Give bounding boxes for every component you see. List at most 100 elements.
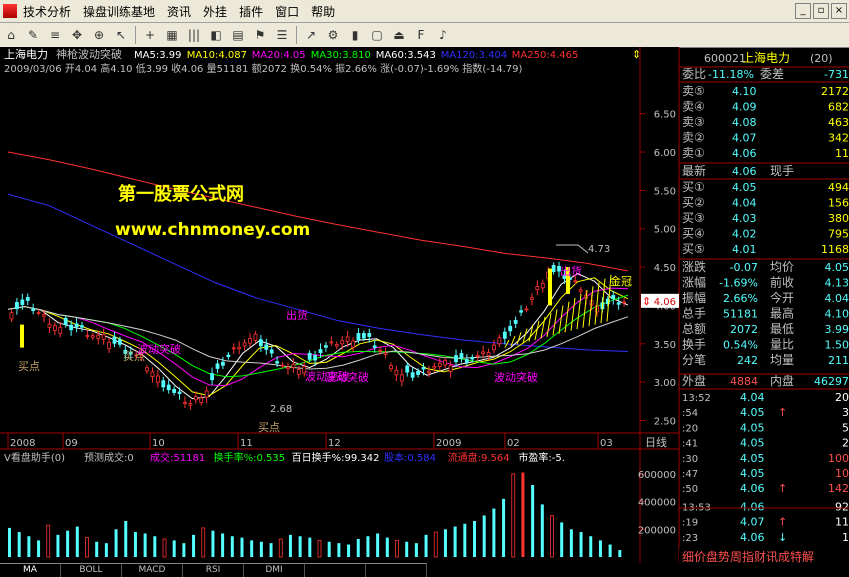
candle-body (113, 337, 116, 343)
menu-window[interactable]: 窗口 (275, 3, 299, 20)
tab-blank-5[interactable] (305, 563, 366, 577)
pan-icon[interactable]: ✥ (69, 27, 85, 43)
candle-body (194, 397, 197, 400)
tab-macd[interactable]: MACD (122, 563, 183, 577)
f10-icon[interactable]: F (413, 27, 429, 43)
menu-news[interactable]: 资讯 (167, 3, 191, 20)
volume-bar (376, 533, 379, 557)
volume-bar (56, 535, 59, 557)
volume-bar (202, 528, 205, 557)
buy-level-price: 4.04 (732, 197, 757, 210)
grid-icon[interactable]: ▦ (164, 27, 180, 43)
window-icon[interactable]: ▢ (369, 27, 385, 43)
candle-body (400, 375, 403, 381)
candle-icon[interactable]: ▮ (347, 27, 363, 43)
candle-body (411, 373, 414, 378)
candle-body (227, 355, 230, 357)
menu-plugins[interactable]: 插件 (239, 3, 263, 20)
gold-crown-label: 金冠 (610, 274, 632, 288)
stat-label: 涨跌 (682, 259, 706, 274)
menu-help[interactable]: 帮助 (311, 3, 335, 20)
date-axis-label: 03 (600, 438, 613, 449)
app-icon[interactable] (3, 4, 17, 18)
lines-icon[interactable]: ≡ (47, 27, 63, 43)
volume-bar (328, 542, 331, 557)
volume-bar (221, 533, 224, 557)
candle-body (70, 325, 73, 330)
weicha-value: -731 (824, 68, 849, 81)
buy-level-label: 买① (682, 180, 705, 194)
volume-bar (153, 536, 156, 557)
tab-boll[interactable]: BOLL (61, 563, 122, 577)
home-icon[interactable]: ⌂ (3, 27, 19, 43)
tick-volume: 20 (835, 391, 849, 404)
candle-body (427, 372, 430, 373)
tab-dmi[interactable]: DMI (244, 563, 305, 577)
arrow-icon[interactable]: ↖ (113, 27, 129, 43)
candle-body (108, 342, 111, 348)
sell-level-price: 4.07 (732, 132, 757, 145)
tick-volume: 2 (842, 437, 849, 450)
pencil-icon[interactable]: ✎ (25, 27, 41, 43)
zoom-icon[interactable]: ⊕ (91, 27, 107, 43)
candle-body (406, 366, 409, 372)
volume-bar (211, 531, 214, 557)
flag-icon[interactable]: ⚑ (252, 27, 268, 43)
menu-technical[interactable]: 技术分析 (23, 3, 71, 20)
date-axis-label: 11 (240, 438, 253, 449)
volume-bar (463, 524, 466, 557)
list-icon[interactable]: ☰ (274, 27, 290, 43)
price-axis-label: 2.50 (654, 416, 676, 427)
sound-icon[interactable]: ♪ (435, 27, 451, 43)
tick-arrow-icon: ↑ (778, 406, 787, 419)
price-axis-label: 4.50 (654, 263, 676, 274)
toggle-icon: ⇕ (632, 48, 641, 61)
volume-bar (405, 542, 408, 557)
tick-arrow-icon: ↑ (778, 516, 787, 529)
candle-body (352, 341, 355, 347)
sell-level-volume: 342 (828, 132, 849, 145)
volume-bar (454, 527, 457, 557)
tab-blank-6[interactable] (366, 563, 427, 577)
volume-bar (531, 485, 534, 557)
chart-icon[interactable]: ▤ (230, 27, 246, 43)
sell-level-label: 卖① (682, 146, 705, 160)
tab-ma[interactable]: MA (0, 563, 61, 577)
indicator-name-label: 神枪波动突破 (56, 47, 122, 61)
candle-body (102, 335, 105, 340)
candle-body (308, 353, 311, 359)
ma-label-3: MA30:3.810 (311, 50, 371, 61)
cross-icon[interactable]: + (142, 27, 158, 43)
date-axis-label: 09 (65, 438, 78, 449)
volume-bar (521, 473, 524, 557)
tick-volume: 100 (828, 452, 849, 465)
gear-icon[interactable]: ⚙ (325, 27, 341, 43)
exit-icon[interactable]: ⏏ (391, 27, 407, 43)
menu-plugin-ext[interactable]: 外挂 (203, 3, 227, 20)
candle-body (530, 298, 533, 300)
vol-axis-label: 200000 (638, 525, 676, 536)
tick-volume: 11 (835, 516, 849, 529)
date-axis-label: 2008 (10, 438, 35, 449)
trend-icon[interactable]: ↗ (303, 27, 319, 43)
tab-rsi[interactable]: RSI (183, 563, 244, 577)
sell-label-0: 出货 (286, 308, 308, 322)
volume-bar (163, 539, 166, 557)
bars-icon[interactable]: ||| (186, 27, 202, 43)
menu-training[interactable]: 操盘训练基地 (83, 3, 155, 20)
candle-body (612, 295, 615, 298)
minimize-icon[interactable]: _ (795, 3, 811, 19)
volume-bar (250, 540, 253, 557)
volume-bar (512, 474, 515, 557)
candle-body (579, 290, 582, 292)
bookmark-icon[interactable]: ◧ (208, 27, 224, 43)
price-axis-label: 5.50 (654, 186, 676, 197)
xianshou-label: 现手 (770, 164, 794, 178)
restore-icon[interactable]: ▫ (813, 3, 829, 19)
close-icon[interactable]: × (831, 3, 847, 19)
signal-bar-1 (548, 269, 552, 306)
volume-bar (308, 538, 311, 557)
sell-level-label: 卖② (682, 131, 705, 145)
volume-bar (231, 536, 234, 557)
candle-body (319, 350, 322, 353)
